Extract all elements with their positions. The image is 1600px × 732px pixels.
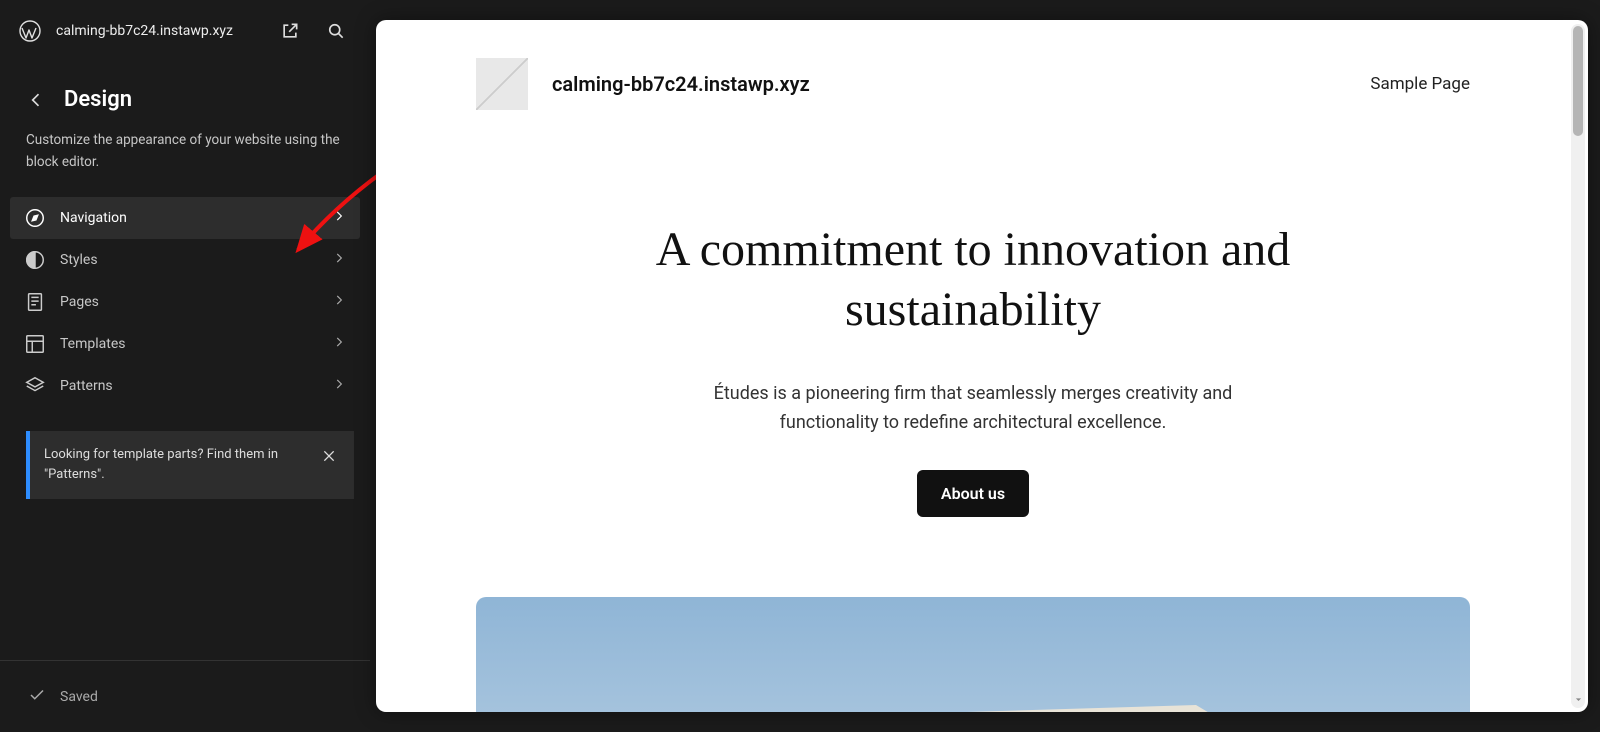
site-logo-placeholder[interactable] (476, 58, 528, 110)
compass-icon (24, 207, 46, 229)
site-nav: Sample Page (1370, 74, 1470, 94)
chevron-down-icon[interactable] (1571, 692, 1585, 706)
site-preview-frame[interactable]: calming-bb7c24.instawp.xyz Sample Page A… (376, 20, 1588, 712)
menu-label: Patterns (60, 378, 318, 394)
preview-wrapper: calming-bb7c24.instawp.xyz Sample Page A… (370, 0, 1600, 732)
templates-icon (24, 333, 46, 355)
menu-item-styles[interactable]: Styles (10, 239, 360, 281)
menu-label: Pages (60, 294, 318, 310)
chevron-right-icon (332, 293, 346, 311)
nav-link-sample-page[interactable]: Sample Page (1370, 74, 1470, 94)
panel-description: Customize the appearance of your website… (0, 112, 370, 197)
pages-icon (24, 291, 46, 313)
chevron-right-icon (332, 251, 346, 269)
check-icon (28, 686, 46, 708)
hero-heading[interactable]: A commitment to innovation and sustainab… (583, 220, 1363, 340)
patterns-icon (24, 375, 46, 397)
menu-label: Navigation (60, 210, 318, 226)
preview-scrollbar[interactable] (1571, 24, 1585, 708)
design-menu: Navigation Styles Pages (0, 197, 370, 407)
menu-item-templates[interactable]: Templates (10, 323, 360, 365)
preview-content: calming-bb7c24.instawp.xyz Sample Page A… (376, 20, 1588, 712)
notice-text: Looking for template parts? Find them in… (44, 445, 306, 485)
hero-section: A commitment to innovation and sustainab… (376, 120, 1570, 557)
site-header: calming-bb7c24.instawp.xyz Sample Page (376, 20, 1570, 120)
editor-sidebar: calming-bb7c24.instawp.xyz Design Custom… (0, 0, 370, 732)
hero-image-wrap (376, 557, 1570, 712)
search-icon[interactable] (320, 15, 352, 47)
app-root: calming-bb7c24.instawp.xyz Design Custom… (0, 0, 1600, 732)
sidebar-footer: Saved (0, 660, 370, 732)
chevron-right-icon (332, 335, 346, 353)
chevron-right-icon (332, 377, 346, 395)
menu-item-patterns[interactable]: Patterns (10, 365, 360, 407)
scroll-thumb[interactable] (1573, 26, 1583, 136)
about-us-button[interactable]: About us (917, 470, 1029, 517)
close-icon[interactable] (318, 445, 340, 467)
back-icon[interactable] (26, 90, 46, 110)
open-site-icon[interactable] (274, 15, 306, 47)
hero-subtext[interactable]: Études is a pioneering firm that seamles… (683, 380, 1263, 438)
menu-label: Styles (60, 252, 318, 268)
menu-item-navigation[interactable]: Navigation (10, 197, 360, 239)
panel-header: Design (0, 62, 370, 112)
menu-label: Templates (60, 336, 318, 352)
menu-item-pages[interactable]: Pages (10, 281, 360, 323)
hero-image[interactable] (476, 597, 1470, 712)
site-name-label[interactable]: calming-bb7c24.instawp.xyz (56, 23, 260, 39)
panel-title: Design (64, 87, 132, 112)
styles-icon (24, 249, 46, 271)
template-parts-notice: Looking for template parts? Find them in… (26, 431, 354, 499)
chevron-right-icon (332, 209, 346, 227)
wordpress-logo-icon[interactable] (18, 19, 42, 43)
sidebar-topbar: calming-bb7c24.instawp.xyz (0, 0, 370, 62)
site-title[interactable]: calming-bb7c24.instawp.xyz (552, 72, 1346, 96)
save-status: Saved (60, 689, 98, 705)
